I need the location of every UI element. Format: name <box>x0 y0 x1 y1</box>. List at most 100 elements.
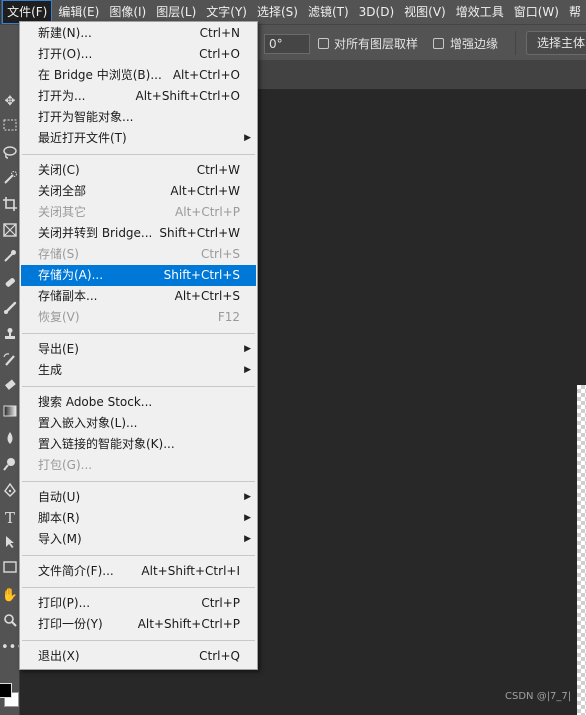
menu-item-shortcut: Alt+Ctrl+P <box>175 205 240 219</box>
select-subject-button[interactable]: 选择主体 <box>526 31 586 55</box>
path-select-icon[interactable] <box>1 535 19 553</box>
sample-all-layers-checkbox[interactable] <box>318 38 329 49</box>
menu-separator <box>22 555 255 556</box>
file-menu-item[interactable]: 退出(X) Ctrl+Q <box>21 646 256 667</box>
menu-item-label: 存储副本... <box>38 289 98 303</box>
pen-icon[interactable] <box>1 483 19 501</box>
file-menu-item[interactable]: 置入嵌入对象(L)... <box>21 413 256 434</box>
menu-item-label: 打印(P)... <box>38 596 91 610</box>
submenu-arrow-icon: ▶ <box>244 492 251 502</box>
menu-item-shortcut: Ctrl+O <box>199 47 240 61</box>
enhance-edge-checkbox[interactable] <box>433 38 444 49</box>
menu-item-label: 导出(E) <box>38 342 79 356</box>
file-menu-item[interactable]: 脚本(R) ▶ <box>21 508 256 529</box>
menu-item-10[interactable]: 窗口(W) <box>510 0 563 24</box>
crop-icon[interactable] <box>1 197 19 215</box>
file-menu-item[interactable]: 打印一份(Y) Alt+Shift+Ctrl+P <box>21 614 256 635</box>
menu-item-label: 最近打开文件(T) <box>38 131 127 145</box>
menu-item-11[interactable]: 帮 <box>565 0 585 24</box>
healing-brush-icon[interactable] <box>1 275 19 293</box>
quick-select-icon[interactable] <box>1 171 19 189</box>
menu-item-shortcut: F12 <box>217 310 240 324</box>
file-menu-item[interactable]: 打印(P)... Ctrl+P <box>21 593 256 614</box>
file-menu-item: 关闭其它 Alt+Ctrl+P <box>21 202 256 223</box>
file-menu-item[interactable]: 自动(U) ▶ <box>21 487 256 508</box>
file-menu-item[interactable]: 新建(N)... Ctrl+N <box>21 23 256 44</box>
file-menu-item[interactable]: 生成 ▶ <box>21 360 256 381</box>
menu-separator <box>22 154 255 155</box>
zoom-icon[interactable] <box>1 613 19 631</box>
transparent-document-edge <box>577 385 586 715</box>
menu-item-shortcut: Alt+Shift+Ctrl+P <box>137 617 240 631</box>
file-menu-item[interactable]: 搜索 Adobe Stock... <box>21 392 256 413</box>
lasso-icon[interactable] <box>1 145 19 163</box>
menu-item-label: 脚本(R) <box>38 511 80 525</box>
more-tools-icon[interactable]: ••• <box>1 639 19 657</box>
menu-item-9[interactable]: 增效工具 <box>452 0 508 24</box>
foreground-color-swatch[interactable] <box>0 683 12 698</box>
file-menu-item[interactable]: 存储为(A)... Shift+Ctrl+S <box>21 265 256 286</box>
move-icon[interactable]: ✥ <box>1 93 19 111</box>
angle-input[interactable]: 0° <box>264 34 310 54</box>
menu-item-label: 打包(G)... <box>38 458 93 472</box>
file-menu-item[interactable]: 导入(M) ▶ <box>21 529 256 550</box>
file-menu-item[interactable]: 打开(O)... Ctrl+O <box>21 44 256 65</box>
menu-item-label: 置入嵌入对象(L)... <box>38 416 138 430</box>
file-menu-item[interactable]: 置入链接的智能对象(K)... <box>21 434 256 455</box>
menu-item-label: 关闭并转到 Bridge... <box>38 226 153 240</box>
eraser-icon[interactable] <box>1 379 19 397</box>
options-divider <box>515 31 516 55</box>
file-menu-item[interactable]: 最近打开文件(T) ▶ <box>21 128 256 149</box>
menu-item-shortcut: Alt+Shift+Ctrl+I <box>141 564 240 578</box>
hand-icon[interactable]: ✋ <box>1 587 19 605</box>
menu-item-label: 打开为智能对象... <box>38 110 134 124</box>
menu-item-label: 关闭其它 <box>38 205 87 219</box>
file-menu-item[interactable]: 在 Bridge 中浏览(B)... Alt+Ctrl+O <box>21 65 256 86</box>
file-menu-item: 打包(G)... <box>21 455 256 476</box>
frame-icon[interactable] <box>1 223 19 241</box>
menu-item-label: 关闭全部 <box>38 184 87 198</box>
enhance-edge-label: 增强边缘 <box>450 37 499 51</box>
submenu-arrow-icon: ▶ <box>244 133 251 143</box>
menu-item-label: 打开(O)... <box>38 47 93 61</box>
menu-item-5[interactable]: 选择(S) <box>253 0 302 24</box>
file-menu-item[interactable]: 打开为... Alt+Shift+Ctrl+O <box>21 86 256 107</box>
menu-item-shortcut: Ctrl+N <box>199 26 240 40</box>
menu-item-shortcut: Shift+Ctrl+W <box>159 226 240 240</box>
file-menu-item[interactable]: 关闭全部 Alt+Ctrl+W <box>21 181 256 202</box>
rectangle-icon[interactable] <box>1 561 19 579</box>
file-menu-item[interactable]: 导出(E) ▶ <box>21 339 256 360</box>
file-menu-item[interactable]: 关闭(C) Ctrl+W <box>21 160 256 181</box>
file-menu-item[interactable]: 文件简介(F)... Alt+Shift+Ctrl+I <box>21 561 256 582</box>
history-brush-icon[interactable] <box>1 353 19 371</box>
menu-item-label: 退出(X) <box>38 649 80 663</box>
file-menu-dropdown: 新建(N)... Ctrl+N 打开(O)... Ctrl+O 在 Bridge 中浏览… <box>19 21 258 670</box>
menu-item-shortcut: Shift+Ctrl+S <box>163 268 240 282</box>
menu-item-label: 打开为... <box>38 89 86 103</box>
type-icon[interactable]: T <box>1 509 19 527</box>
clone-stamp-icon[interactable] <box>1 327 19 345</box>
menu-item-label: 生成 <box>38 363 63 377</box>
file-menu-item[interactable]: 打开为智能对象... <box>21 107 256 128</box>
menu-item-label: 导入(M) <box>38 532 82 546</box>
menu-separator <box>22 587 255 588</box>
menu-item-label: 存储(S) <box>38 247 79 261</box>
sample-all-layers-label: 对所有图层取样 <box>334 37 419 51</box>
menu-item-7[interactable]: 3D(D) <box>355 0 398 24</box>
dodge-icon[interactable] <box>1 457 19 475</box>
menu-item-6[interactable]: 滤镜(T) <box>304 0 353 24</box>
gradient-icon[interactable] <box>1 405 19 423</box>
brush-icon[interactable] <box>1 301 19 319</box>
menu-item-label: 恢复(V) <box>38 310 80 324</box>
submenu-arrow-icon: ▶ <box>244 534 251 544</box>
menu-item-shortcut: Alt+Ctrl+O <box>172 68 240 82</box>
file-menu-item[interactable]: 存储副本... Alt+Ctrl+S <box>21 286 256 307</box>
tools-panel: ✥ T ✋ •• <box>0 60 20 715</box>
blur-icon[interactable] <box>1 431 19 449</box>
menu-item-shortcut: Alt+Ctrl+W <box>170 184 240 198</box>
marquee-icon[interactable] <box>1 119 19 137</box>
menu-item-8[interactable]: 视图(V) <box>400 0 450 24</box>
eyedropper-icon[interactable] <box>1 249 19 267</box>
file-menu-item[interactable]: 关闭并转到 Bridge... Shift+Ctrl+W <box>21 223 256 244</box>
menu-item-label: 文件简介(F)... <box>38 564 114 578</box>
